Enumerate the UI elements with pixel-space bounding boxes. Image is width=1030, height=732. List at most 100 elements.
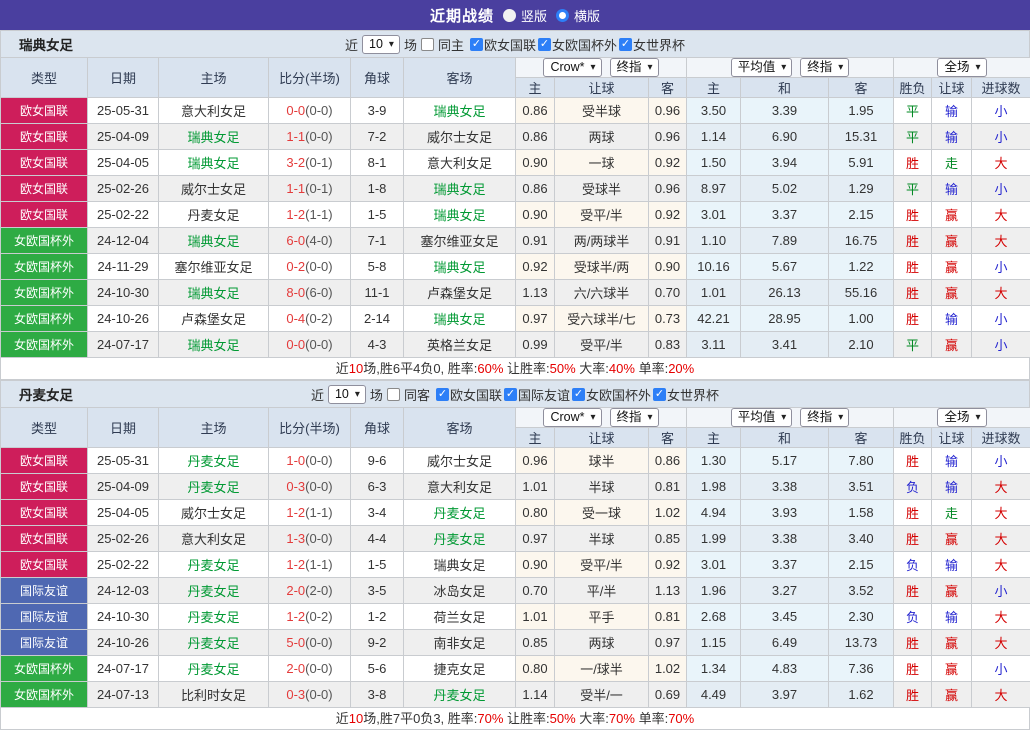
games-count-select[interactable]: 10▾ — [362, 35, 400, 54]
bookmaker-stage-select[interactable]: 终指▾ — [610, 408, 659, 427]
corner-score: 1-5 — [351, 552, 404, 578]
same-venue-checkbox[interactable] — [421, 38, 434, 51]
table-row: 女欧国杯外 24-07-17 丹麦女足 2-0(0-0) 5-6 捷克女足 0.… — [1, 656, 1030, 682]
bookmaker-stage-select[interactable]: 终指▾ — [610, 58, 659, 77]
col-corner: 角球 — [351, 58, 404, 98]
summary-stat-label: 大率: — [576, 711, 609, 726]
same-venue-checkbox[interactable] — [387, 388, 400, 401]
result-goals: 小 — [972, 332, 1030, 358]
league-checkbox[interactable]: ✓ — [470, 38, 483, 51]
score: 1-0(0-0) — [269, 448, 351, 474]
table-row: 欧女国联 25-04-05 瑞典女足 3-2(0-1) 8-1 意大利女足 0.… — [1, 150, 1030, 176]
home-team: 丹麦女足 — [159, 202, 269, 228]
league-label: 女世界杯 — [633, 35, 685, 54]
away-team: 丹麦女足 — [404, 526, 516, 552]
let-home-odds: 0.92 — [516, 254, 555, 280]
league-checkbox[interactable]: ✓ — [538, 38, 551, 51]
let-home-odds: 0.97 — [516, 526, 555, 552]
bookmaker-select[interactable]: Crow*▾ — [543, 408, 601, 427]
score: 0-0(0-0) — [269, 332, 351, 358]
let-away-odds: 0.96 — [649, 124, 687, 150]
corner-score: 9-6 — [351, 448, 404, 474]
league-filter-item[interactable]: ✓女欧国杯外 — [538, 35, 617, 54]
col-avg-home: 主 — [687, 78, 741, 98]
result-handicap: 赢 — [932, 682, 972, 708]
let-home-odds: 0.86 — [516, 98, 555, 124]
corner-score: 2-14 — [351, 306, 404, 332]
league-filter-item[interactable]: ✓欧女国联 — [436, 385, 502, 404]
average-select[interactable]: 平均值▾ — [731, 58, 793, 77]
result-win-draw-loss: 平 — [894, 332, 932, 358]
let-home-odds: 0.86 — [516, 176, 555, 202]
league-checkbox[interactable]: ✓ — [653, 388, 666, 401]
result-win-draw-loss: 平 — [894, 98, 932, 124]
avg-draw-odds: 3.45 — [741, 604, 829, 630]
league-filter-item[interactable]: ✓女欧国杯外 — [572, 385, 651, 404]
home-team: 瑞典女足 — [159, 124, 269, 150]
col-score: 比分(半场) — [269, 58, 351, 98]
corner-score: 1-2 — [351, 604, 404, 630]
avg-draw-odds: 3.39 — [741, 98, 829, 124]
radio-unchecked-icon[interactable] — [503, 9, 516, 22]
home-team: 丹麦女足 — [159, 630, 269, 656]
score: 3-2(0-1) — [269, 150, 351, 176]
table-row: 女欧国杯外 24-07-13 比利时女足 0-3(0-0) 3-8 丹麦女足 1… — [1, 682, 1030, 708]
league-filter-item[interactable]: ✓女世界杯 — [619, 35, 685, 54]
bookmaker-select-group: Crow*▾ 终指▾ — [516, 408, 687, 428]
let-home-odds: 0.80 — [516, 656, 555, 682]
avg-draw-odds: 5.67 — [741, 254, 829, 280]
col-corner: 角球 — [351, 408, 404, 448]
league-checkbox[interactable]: ✓ — [619, 38, 632, 51]
league-filter-item[interactable]: ✓女世界杯 — [653, 385, 719, 404]
handicap: 受平/半 — [555, 202, 649, 228]
away-team: 瑞典女足 — [404, 306, 516, 332]
score: 1-2(1-1) — [269, 202, 351, 228]
avg-draw-odds: 3.93 — [741, 500, 829, 526]
handicap: 一球 — [555, 150, 649, 176]
team-name: 瑞典女足 — [19, 31, 73, 57]
avg-away-odds: 15.31 — [829, 124, 894, 150]
handicap: 一/球半 — [555, 656, 649, 682]
result-goals: 大 — [972, 500, 1030, 526]
result-handicap: 走 — [932, 150, 972, 176]
result-handicap: 输 — [932, 176, 972, 202]
let-home-odds: 1.01 — [516, 604, 555, 630]
scope-select[interactable]: 全场▾ — [937, 58, 986, 77]
let-home-odds: 1.01 — [516, 474, 555, 500]
scope-select[interactable]: 全场▾ — [937, 408, 986, 427]
layout-radio-horizontal[interactable]: 横版 — [556, 6, 600, 25]
col-avg-draw: 和 — [741, 428, 829, 448]
league-checkbox[interactable]: ✓ — [436, 388, 449, 401]
radio-checked-icon[interactable] — [556, 9, 569, 22]
avg-away-odds: 7.36 — [829, 656, 894, 682]
filter-bar: 近 10▾ 场 同客 ✓欧女国联✓国际友谊✓女欧国杯外✓女世界杯 — [311, 385, 719, 404]
bookmaker-select[interactable]: Crow*▾ — [543, 58, 601, 77]
league-filter-item[interactable]: ✓国际友谊 — [504, 385, 570, 404]
result-goals: 大 — [972, 150, 1030, 176]
result-win-draw-loss: 胜 — [894, 500, 932, 526]
average-stage-select[interactable]: 终指▾ — [800, 58, 849, 77]
let-away-odds: 0.83 — [649, 332, 687, 358]
average-select[interactable]: 平均值▾ — [731, 408, 793, 427]
average-stage-select[interactable]: 终指▾ — [800, 408, 849, 427]
scope-select-group: 全场▾ — [894, 408, 1030, 428]
match-date: 24-07-17 — [88, 656, 159, 682]
competition-badge: 女欧国杯外 — [1, 280, 88, 306]
let-home-odds: 0.86 — [516, 124, 555, 150]
games-count-select[interactable]: 10▾ — [328, 385, 366, 404]
avg-away-odds: 1.22 — [829, 254, 894, 280]
avg-home-odds: 1.01 — [687, 280, 741, 306]
result-win-draw-loss: 胜 — [894, 202, 932, 228]
corner-score: 3-9 — [351, 98, 404, 124]
home-team: 比利时女足 — [159, 682, 269, 708]
league-checkbox[interactable]: ✓ — [572, 388, 585, 401]
near-label: 近 — [311, 385, 324, 404]
league-filter-item[interactable]: ✓欧女国联 — [470, 35, 536, 54]
col-score: 比分(半场) — [269, 408, 351, 448]
league-checkbox[interactable]: ✓ — [504, 388, 517, 401]
away-team: 捷克女足 — [404, 656, 516, 682]
layout-radio-vertical[interactable]: 竖版 — [503, 6, 547, 25]
filter-bar: 近 10▾ 场 同主 ✓欧女国联✓女欧国杯外✓女世界杯 — [345, 35, 685, 54]
avg-draw-odds: 3.27 — [741, 578, 829, 604]
result-win-draw-loss: 胜 — [894, 306, 932, 332]
